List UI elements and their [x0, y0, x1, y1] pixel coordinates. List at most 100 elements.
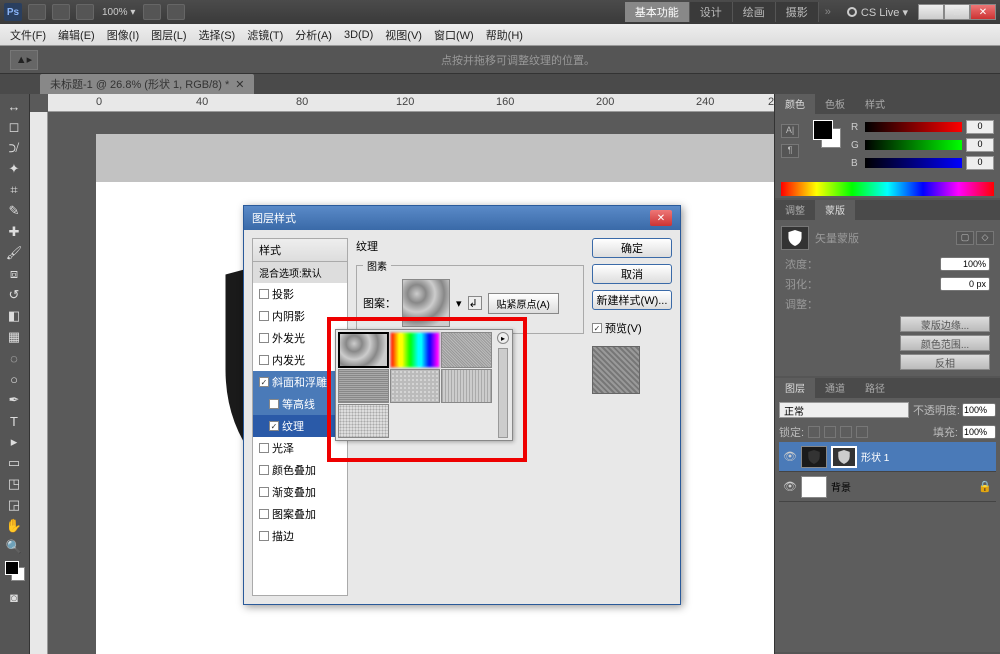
pattern-swatch-3[interactable] [441, 332, 492, 368]
char-panel-icon[interactable]: A| [781, 124, 799, 138]
marquee-tool[interactable]: ◻ [2, 117, 26, 137]
hand-tool[interactable]: ✋ [2, 516, 26, 536]
menu-window[interactable]: 窗口(W) [428, 25, 480, 45]
minibridge-icon[interactable] [52, 4, 70, 20]
viewextras-icon[interactable] [76, 4, 94, 20]
g-slider[interactable] [865, 140, 962, 150]
visibility-icon[interactable]: 👁 [783, 480, 797, 494]
lock-trans-icon[interactable] [808, 426, 820, 438]
quickmask-tool[interactable]: ◙ [2, 587, 26, 607]
bridge-icon[interactable] [28, 4, 46, 20]
panel-swatch[interactable] [813, 120, 843, 150]
density-input[interactable] [940, 257, 990, 271]
menu-view[interactable]: 视图(V) [379, 25, 428, 45]
layer-item-shape1[interactable]: 👁 形状 1 [779, 442, 996, 472]
spectrum-bar[interactable] [781, 182, 994, 196]
zoom-dropdown[interactable]: 100% ▾ [102, 7, 135, 18]
pattern-swatch-1[interactable] [338, 332, 389, 368]
3d-tool[interactable]: ◳ [2, 474, 26, 494]
menu-file[interactable]: 文件(F) [4, 25, 52, 45]
style-texture[interactable]: 纹理 [253, 415, 347, 437]
layer-thumb[interactable] [801, 446, 827, 468]
style-bevel[interactable]: 斜面和浮雕 [253, 371, 347, 393]
workspace-painting[interactable]: 绘画 [733, 2, 776, 22]
history-brush-tool[interactable]: ↺ [2, 285, 26, 305]
pattern-swatch-4[interactable] [338, 369, 389, 403]
menu-analysis[interactable]: 分析(A) [289, 25, 338, 45]
crop-tool[interactable]: ⌗ [2, 180, 26, 200]
new-preset-button[interactable]: ↲ [468, 296, 482, 310]
maximize-button[interactable]: □ [944, 4, 970, 20]
menu-help[interactable]: 帮助(H) [480, 25, 529, 45]
lock-all-icon[interactable] [856, 426, 868, 438]
picker-menu-icon[interactable]: ▸ [497, 332, 509, 344]
menu-layer[interactable]: 图层(L) [145, 25, 192, 45]
path-tool[interactable]: ▸ [2, 432, 26, 452]
blend-options-item[interactable]: 混合选项:默认 [253, 262, 347, 283]
menu-image[interactable]: 图像(I) [101, 25, 145, 45]
pen-tool[interactable]: ✒ [2, 390, 26, 410]
eyedropper-tool[interactable]: ✎ [2, 201, 26, 221]
opacity-input[interactable] [962, 403, 996, 417]
style-satin[interactable]: 光泽 [253, 437, 347, 459]
g-value[interactable]: 0 [966, 138, 994, 152]
layer-thumb[interactable] [801, 476, 827, 498]
shape-tool[interactable]: ▭ [2, 453, 26, 473]
visibility-icon[interactable]: 👁 [783, 450, 797, 464]
style-contour[interactable]: 等高线 [253, 393, 347, 415]
pattern-dropdown-icon[interactable]: ▾ [456, 297, 462, 310]
tab-channels[interactable]: 通道 [815, 378, 855, 398]
b-value[interactable]: 0 [966, 156, 994, 170]
style-stroke[interactable]: 描边 [253, 525, 347, 547]
vectormask-icon[interactable]: ◇ [976, 231, 994, 245]
wand-tool[interactable]: ✦ [2, 159, 26, 179]
lock-pos-icon[interactable] [840, 426, 852, 438]
layer-name[interactable]: 背景 [831, 479, 851, 494]
workspace-essentials[interactable]: 基本功能 [625, 2, 690, 22]
screenmode-icon[interactable] [167, 4, 185, 20]
zoom-tool[interactable]: 🔍 [2, 537, 26, 557]
gradient-tool[interactable]: ▦ [2, 327, 26, 347]
doctab-close-icon[interactable]: ✕ [235, 78, 244, 91]
workspace-design[interactable]: 设计 [690, 2, 733, 22]
3dcam-tool[interactable]: ◲ [2, 495, 26, 515]
invert-button[interactable]: 反相 [900, 354, 990, 370]
tab-adjust[interactable]: 调整 [775, 200, 815, 220]
brush-tool[interactable]: 🖌 [2, 243, 26, 263]
tab-mask[interactable]: 蒙版 [815, 200, 855, 220]
color-swatch[interactable] [2, 558, 26, 586]
menu-edit[interactable]: 编辑(E) [52, 25, 101, 45]
tab-paths[interactable]: 路径 [855, 378, 895, 398]
newstyle-button[interactable]: 新建样式(W)... [592, 290, 672, 310]
style-dropshadow[interactable]: 投影 [253, 283, 347, 305]
pattern-swatch-5[interactable] [390, 369, 441, 403]
cslive-menu[interactable]: CS Live ▾ [847, 6, 908, 19]
dodge-tool[interactable]: ○ [2, 369, 26, 389]
menu-3d[interactable]: 3D(D) [338, 27, 379, 43]
move-tool[interactable]: ↔ [2, 96, 26, 116]
pattern-preview[interactable] [402, 279, 450, 327]
cancel-button[interactable]: 取消 [592, 264, 672, 284]
tab-layers[interactable]: 图层 [775, 378, 815, 398]
arrange-icon[interactable] [143, 4, 161, 20]
dialog-close-button[interactable]: ✕ [650, 210, 672, 226]
menu-filter[interactable]: 滤镜(T) [241, 25, 289, 45]
type-tool[interactable]: T [2, 411, 26, 431]
para-panel-icon[interactable]: ¶ [781, 144, 799, 158]
ruler-horizontal[interactable]: 0 40 80 120 160 200 240 280 [48, 94, 774, 112]
b-slider[interactable] [865, 158, 962, 168]
pixelmask-icon[interactable]: ▢ [956, 231, 974, 245]
stamp-tool[interactable]: ⧈ [2, 264, 26, 284]
style-gradientoverlay[interactable]: 渐变叠加 [253, 481, 347, 503]
mask-thumbnail[interactable] [781, 226, 809, 250]
style-innershadow[interactable]: 内阴影 [253, 305, 347, 327]
snap-origin-button[interactable]: 贴紧原点(A) [488, 293, 559, 314]
vector-mask-thumb[interactable] [831, 446, 857, 468]
preview-checkbox[interactable]: 预览(V) [592, 320, 672, 336]
workspace-photography[interactable]: 摄影 [776, 2, 819, 22]
pattern-swatch-6[interactable] [441, 369, 492, 403]
heal-tool[interactable]: ✚ [2, 222, 26, 242]
menu-select[interactable]: 选择(S) [193, 25, 242, 45]
ok-button[interactable]: 确定 [592, 238, 672, 258]
picker-scrollbar[interactable] [498, 348, 508, 438]
